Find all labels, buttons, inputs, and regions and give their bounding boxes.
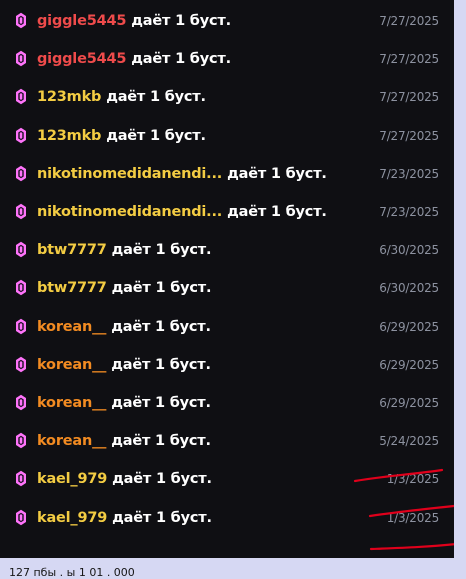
boost-gem-icon	[16, 471, 26, 487]
boost-message: btw7777 даёт 1 буст.	[37, 270, 211, 306]
boost-action-text: даёт 1 буст.	[111, 356, 211, 373]
boost-gem-icon	[16, 12, 26, 29]
boost-log-row: korean__ даёт 1 буст. 5/24/2025	[0, 423, 454, 459]
boost-action-text: даёт 1 буст.	[111, 395, 211, 411]
boost-action-text: даёт 1 буст.	[111, 318, 211, 335]
username[interactable]: giggle5445	[37, 51, 126, 67]
boost-date: 5/24/2025	[379, 434, 439, 449]
boost-message: btw7777 даёт 1 буст.	[37, 232, 211, 268]
username[interactable]: korean__	[37, 357, 106, 373]
boost-date: 7/27/2025	[379, 52, 439, 67]
boost-log-row: korean__ даёт 1 буст. 6/29/2025	[0, 385, 454, 421]
boost-date: 1/3/2025	[386, 510, 439, 525]
boost-message: korean__ даёт 1 буст.	[37, 385, 211, 421]
boost-action-text: даёт 1 буст.	[227, 165, 327, 182]
boost-log-row: 123mkb даёт 1 буст. 7/27/2025	[0, 118, 454, 154]
boost-message: korean__ даёт 1 буст.	[37, 347, 211, 383]
boost-message: kael_979 даёт 1 буст.	[37, 461, 212, 497]
boost-date: 1/3/2025	[386, 472, 439, 487]
boost-action-text: даёт 1 буст.	[112, 509, 212, 526]
boost-action-text: даёт 1 буст.	[106, 89, 206, 106]
boost-gem-icon	[16, 394, 26, 411]
username[interactable]: korean__	[37, 319, 106, 335]
boost-message: giggle5445 даёт 1 буст.	[37, 41, 231, 77]
username[interactable]: nikotinomedidanendi...	[37, 204, 222, 220]
boost-date: 6/30/2025	[379, 243, 439, 258]
boost-gem-icon	[16, 241, 26, 258]
boost-date: 7/27/2025	[379, 128, 439, 143]
boost-gem-icon	[16, 127, 26, 143]
cropped-footer-text: 127 пбы . ы 1 01 . 000	[9, 566, 135, 579]
boost-date: 6/29/2025	[379, 396, 439, 410]
boost-gem-icon	[16, 280, 26, 296]
boost-action-text: даёт 1 буст.	[131, 51, 231, 68]
boost-log-row: nikotinomedidanendi... даёт 1 буст. 7/23/2…	[0, 156, 454, 192]
boost-action-text: даёт 1 буст.	[106, 127, 206, 144]
boost-gem-icon	[16, 165, 26, 181]
boost-gem-icon	[16, 89, 26, 105]
boost-log-row: korean__ даёт 1 буст. 6/29/2025	[0, 347, 454, 383]
boost-message: 123mkb даёт 1 буст.	[37, 118, 206, 154]
boost-log-row: nikotinomedidanendi... даёт 1 буст. 7/23/2…	[0, 194, 454, 230]
boost-log-row: korean__ даёт 1 буст. 6/29/2025	[0, 309, 454, 345]
boost-gem-icon	[16, 318, 26, 334]
boost-date: 6/30/2025	[379, 281, 439, 296]
boost-message: korean__ даёт 1 буст.	[37, 423, 211, 459]
boost-gem-icon	[16, 203, 26, 220]
username[interactable]: nikotinomedidanendi...	[37, 166, 222, 182]
boost-action-text: даёт 1 буст.	[111, 433, 211, 450]
username[interactable]: kael_979	[37, 471, 107, 487]
boost-log-row: btw7777 даёт 1 буст. 6/30/2025	[0, 232, 454, 268]
username[interactable]: btw7777	[37, 242, 107, 258]
boost-log-row: giggle5445 даёт 1 буст. 7/27/2025	[0, 41, 454, 77]
boost-message: giggle5445 даёт 1 буст.	[37, 3, 231, 39]
boost-action-text: даёт 1 буст.	[227, 204, 327, 220]
boost-message: 123mkb даёт 1 буст.	[37, 79, 206, 115]
boost-message: korean__ даёт 1 буст.	[37, 309, 211, 345]
username[interactable]: btw7777	[37, 280, 107, 296]
boost-action-text: даёт 1 буст.	[111, 242, 212, 259]
username[interactable]: korean__	[37, 395, 106, 411]
username[interactable]: giggle5445	[37, 13, 126, 29]
boost-gem-icon	[16, 356, 26, 372]
boost-gem-icon	[16, 50, 26, 67]
boost-log-row: giggle5445 даёт 1 буст. 7/27/2025	[0, 3, 454, 39]
username[interactable]: kael_979	[37, 510, 107, 526]
boost-date: 6/29/2025	[379, 357, 439, 372]
boost-action-text: даёт 1 буст.	[111, 280, 212, 297]
boost-gem-icon	[16, 432, 26, 449]
boost-date: 7/27/2025	[379, 90, 439, 105]
boost-action-text: даёт 1 буст.	[112, 471, 212, 488]
boost-date: 6/29/2025	[379, 319, 439, 334]
boost-date: 7/23/2025	[379, 205, 439, 219]
boost-message: nikotinomedidanendi... даёт 1 буст.	[37, 194, 327, 230]
username[interactable]: korean__	[37, 433, 106, 449]
boost-message: nikotinomedidanendi... даёт 1 буст.	[37, 156, 327, 192]
boost-log-row: btw7777 даёт 1 буст. 6/30/2025	[0, 270, 454, 306]
boost-gem-icon	[16, 509, 26, 525]
boost-date: 7/27/2025	[379, 14, 439, 28]
boost-log-row: 123mkb даёт 1 буст. 7/27/2025	[0, 79, 454, 115]
boost-message: kael_979 даёт 1 буст.	[37, 500, 212, 536]
boost-log-panel: giggle5445 даёт 1 буст. 7/27/2025 giggle544…	[0, 0, 454, 558]
username[interactable]: 123mkb	[37, 89, 101, 105]
boost-date: 7/23/2025	[379, 166, 439, 181]
username[interactable]: 123mkb	[37, 128, 101, 144]
boost-log-row: kael_979 даёт 1 буст. 1/3/2025	[0, 500, 454, 536]
boost-action-text: даёт 1 буст.	[131, 13, 231, 29]
boost-log-row: kael_979 даёт 1 буст. 1/3/2025	[0, 461, 454, 497]
